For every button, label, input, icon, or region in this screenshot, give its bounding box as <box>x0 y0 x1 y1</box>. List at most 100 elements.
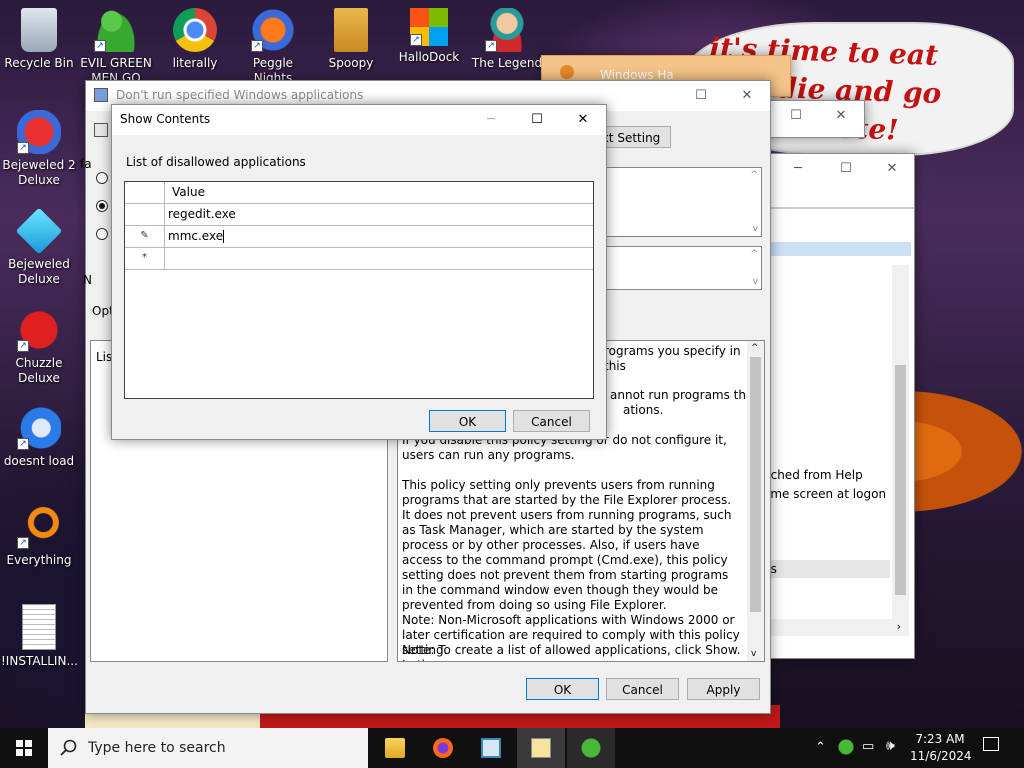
ok-button[interactable]: OK <box>429 410 506 432</box>
desktop-icon-label: doesnt load <box>3 454 75 468</box>
desktop-icon-label: Bejeweled 2 Deluxe <box>2 158 76 187</box>
taskbar-app[interactable] <box>467 728 515 768</box>
chevron-down-icon[interactable]: v <box>753 277 758 287</box>
notification-icon[interactable] <box>983 737 999 751</box>
desktop-icon-label: Everything <box>6 553 72 567</box>
value-cell[interactable]: regedit.exe <box>168 207 236 221</box>
tray-app-icon[interactable] <box>838 739 854 755</box>
cancel-button[interactable]: Cancel <box>513 410 590 432</box>
shortcut-arrow-icon: ↗ <box>410 34 422 46</box>
desktop-icon-spoopy[interactable]: Spoopy <box>313 8 389 71</box>
desktop-icon-thunderbird[interactable]: ↗ doesnt load <box>1 406 77 469</box>
grid-header-row: Value <box>125 182 593 204</box>
apply-button[interactable]: Apply <box>687 678 760 700</box>
chevron-up-icon[interactable]: ⌃ <box>815 740 826 755</box>
value-grid[interactable]: Value regedit.exe ✎ mmc.exe * <box>124 181 594 399</box>
desktop-icon-peggle[interactable]: ↗ Peggle Nights <box>235 8 311 86</box>
shortcut-arrow-icon: ↗ <box>485 40 497 52</box>
volume-icon[interactable]: 🕪 <box>886 738 895 754</box>
disabled-radio[interactable] <box>96 228 108 240</box>
chevron-up-icon[interactable]: ^ <box>751 343 759 353</box>
taskbar: Type here to search ⌃ ▭ 🕪 7:23 AM 11/6/2… <box>0 728 1024 768</box>
table-row[interactable]: ✎ mmc.exe <box>125 226 593 248</box>
minimize-button[interactable]: ─ <box>468 105 514 135</box>
side-label: N <box>83 273 92 287</box>
chevron-right-icon[interactable]: › <box>897 620 901 633</box>
maximize-button[interactable]: ☐ <box>823 154 869 184</box>
taskbar-search-box[interactable]: Type here to search <box>48 728 368 768</box>
chuzzle-icon: ↗ <box>17 308 61 352</box>
desktop-icon-chrome[interactable]: literally <box>157 8 233 71</box>
maximize-button[interactable]: ☐ <box>678 81 724 111</box>
bejeweled2-icon: ↗ <box>17 110 61 154</box>
desktop-icon-green-men[interactable]: ↗ EVIL GREEN MEN GO <box>78 8 154 86</box>
desktop-icon-legend[interactable]: ↗ The Legend <box>469 8 545 71</box>
scrollbar-thumb[interactable] <box>895 365 906 595</box>
hallodock-icon <box>560 65 574 79</box>
chevron-up-icon[interactable]: ^ <box>750 170 758 180</box>
taskbar-notepad[interactable] <box>517 728 565 768</box>
taskbar-file-explorer[interactable] <box>371 728 419 768</box>
desktop-icon-installing[interactable]: !INSTALLIN... <box>1 604 78 669</box>
close-button[interactable]: ✕ <box>560 105 606 135</box>
notepad-icon <box>531 738 551 758</box>
desktop-icon-hallodock[interactable]: ↗ HalloDock <box>391 8 467 65</box>
table-row[interactable]: regedit.exe <box>125 204 593 226</box>
column-header-value[interactable]: Value <box>172 185 205 199</box>
horizontal-scrollbar[interactable]: › <box>763 619 909 636</box>
list-item[interactable]: ns <box>763 560 890 578</box>
desktop-icon-label: Chuzzle Deluxe <box>15 356 63 385</box>
shortcut-arrow-icon: ↗ <box>17 438 29 450</box>
game-character-icon: ↗ <box>485 8 529 52</box>
bejeweled-icon <box>15 207 63 255</box>
list-item[interactable]: nched from Help <box>763 466 893 484</box>
taskbar-green-men[interactable] <box>567 728 615 768</box>
maximize-button[interactable]: ☐ <box>514 105 560 135</box>
close-button[interactable]: ✕ <box>818 101 864 131</box>
scrollbar-thumb[interactable] <box>750 357 761 612</box>
background-window[interactable]: ☐ ✕ <box>760 100 865 138</box>
shortcut-arrow-icon: ↗ <box>17 340 29 352</box>
chevron-up-icon[interactable]: ^ <box>750 249 758 259</box>
window-title: Don't run specified Windows applications <box>116 88 364 102</box>
value-cell-editing[interactable]: mmc.exe <box>168 229 225 243</box>
desktop-icon-label: The Legend <box>471 56 543 70</box>
list-item[interactable]: ome screen at logon <box>763 485 893 503</box>
desktop-icon-chuzzle[interactable]: ↗ Chuzzle Deluxe <box>1 308 77 386</box>
comment-box[interactable]: ^ v <box>591 167 762 237</box>
chevron-down-icon[interactable]: v <box>751 649 756 659</box>
close-button[interactable]: ✕ <box>869 154 915 184</box>
minimize-button[interactable]: ─ <box>775 154 821 184</box>
show-contents-dialog[interactable]: Show Contents ─ ☐ ✕ List of disallowed a… <box>111 104 607 440</box>
list-item[interactable]: t <box>763 523 893 541</box>
ok-button[interactable]: OK <box>526 678 599 700</box>
network-icon[interactable]: ▭ <box>862 739 874 754</box>
close-button[interactable]: ✕ <box>724 81 770 111</box>
recycle-bin-icon <box>21 8 57 52</box>
shortcut-arrow-icon: ↗ <box>17 142 29 154</box>
peggle-icon: ↗ <box>251 8 295 52</box>
desktop-icon-bejeweled2[interactable]: ↗ Bejeweled 2 Deluxe <box>1 110 77 188</box>
start-button[interactable] <box>0 728 48 768</box>
clock[interactable]: 7:23 AM 11/6/2024 <box>910 731 972 765</box>
row-marker <box>125 204 165 225</box>
vertical-scrollbar[interactable] <box>892 265 909 619</box>
shortcut-arrow-icon: ↗ <box>251 40 263 52</box>
desktop-icon-everything[interactable]: ↗ Everything <box>1 505 77 568</box>
table-row-new[interactable]: * <box>125 248 593 270</box>
desktop-icon-recycle-bin[interactable]: Recycle Bin <box>1 8 77 71</box>
group-policy-editor-window[interactable]: ─ ☐ ✕ nched from Help ome screen at logo… <box>762 153 915 659</box>
desktop-icon-bejeweled[interactable]: Bejeweled Deluxe <box>1 207 77 287</box>
dialog-title: Show Contents <box>120 112 211 126</box>
list-item[interactable]: s <box>763 579 893 597</box>
help-paragraph: This policy setting only prevents users … <box>402 478 732 612</box>
enabled-radio[interactable] <box>96 200 108 212</box>
not-configured-radio[interactable] <box>96 172 108 184</box>
firefox-icon <box>433 738 453 758</box>
chrome-icon <box>173 8 217 52</box>
help-scrollbar[interactable]: ^ v <box>747 341 764 661</box>
cancel-button[interactable]: Cancel <box>606 678 679 700</box>
chevron-down-icon[interactable]: v <box>753 224 758 234</box>
maximize-button[interactable]: ☐ <box>773 101 819 131</box>
taskbar-firefox[interactable] <box>419 728 467 768</box>
